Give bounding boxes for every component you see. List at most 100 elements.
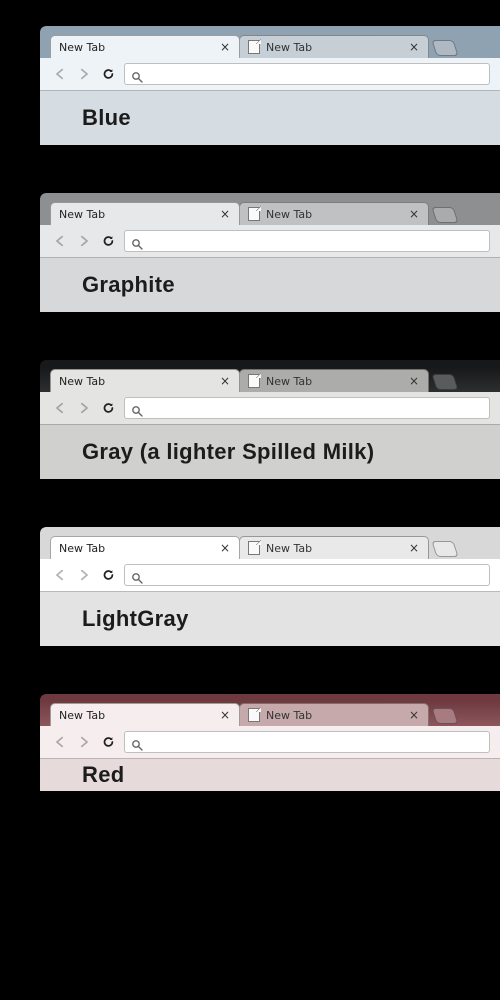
search-icon: [131, 68, 143, 80]
tab-title: New Tab: [266, 375, 402, 388]
address-bar[interactable]: [124, 564, 490, 586]
back-icon[interactable]: [52, 233, 68, 249]
page-icon: [248, 40, 260, 54]
theme-label: Blue: [40, 90, 500, 145]
reload-icon[interactable]: [100, 66, 116, 82]
search-icon: [131, 402, 143, 414]
search-icon: [131, 569, 143, 581]
tab-title: New Tab: [59, 709, 213, 722]
tab-title: New Tab: [59, 542, 213, 555]
theme-label: Graphite: [40, 257, 500, 312]
close-icon[interactable]: ×: [219, 542, 231, 554]
url-input[interactable]: [149, 234, 483, 248]
close-icon[interactable]: ×: [408, 375, 420, 387]
toolbar: [40, 58, 500, 90]
browser-window-gray: New Tab × New Tab × Gray (a lighter Spilled …: [40, 360, 500, 479]
address-bar[interactable]: [124, 397, 490, 419]
reload-icon[interactable]: [100, 233, 116, 249]
theme-label-text: Gray (a lighter Spilled Milk): [82, 439, 374, 465]
tab-title: New Tab: [59, 41, 213, 54]
forward-icon[interactable]: [76, 66, 92, 82]
tab-inactive[interactable]: New Tab ×: [239, 536, 429, 559]
window-frame: [40, 694, 500, 701]
close-icon[interactable]: ×: [408, 542, 420, 554]
tab-active[interactable]: New Tab ×: [50, 369, 240, 392]
window-frame: [40, 26, 500, 33]
reload-icon[interactable]: [100, 734, 116, 750]
theme-label-text: Blue: [82, 105, 131, 131]
new-tab-icon[interactable]: [431, 207, 458, 223]
tab-active[interactable]: New Tab ×: [50, 202, 240, 225]
tab-active[interactable]: New Tab ×: [50, 35, 240, 58]
tab-title: New Tab: [59, 375, 213, 388]
back-icon[interactable]: [52, 734, 68, 750]
tab-active[interactable]: New Tab ×: [50, 536, 240, 559]
close-icon[interactable]: ×: [408, 41, 420, 53]
theme-label: LightGray: [40, 591, 500, 646]
address-bar[interactable]: [124, 731, 490, 753]
reload-icon[interactable]: [100, 400, 116, 416]
search-icon: [131, 235, 143, 247]
tab-strip: New Tab × New Tab ×: [40, 534, 500, 559]
close-icon[interactable]: ×: [219, 709, 231, 721]
tab-strip: New Tab × New Tab ×: [40, 701, 500, 726]
theme-label: Red: [40, 758, 500, 791]
tab-active[interactable]: New Tab ×: [50, 703, 240, 726]
close-icon[interactable]: ×: [219, 208, 231, 220]
window-frame: [40, 193, 500, 200]
toolbar: [40, 559, 500, 591]
address-bar[interactable]: [124, 63, 490, 85]
tab-strip: New Tab × New Tab ×: [40, 200, 500, 225]
browser-window-blue: New Tab × New Tab × Blue: [40, 26, 500, 145]
close-icon[interactable]: ×: [408, 709, 420, 721]
back-icon[interactable]: [52, 400, 68, 416]
url-input[interactable]: [149, 401, 483, 415]
tab-inactive[interactable]: New Tab ×: [239, 35, 429, 58]
reload-icon[interactable]: [100, 567, 116, 583]
theme-label-text: LightGray: [82, 606, 189, 632]
window-frame: [40, 360, 500, 367]
theme-label-text: Graphite: [82, 272, 175, 298]
forward-icon[interactable]: [76, 734, 92, 750]
browser-window-graphite: New Tab × New Tab × Graphite: [40, 193, 500, 312]
search-icon: [131, 736, 143, 748]
new-tab-icon[interactable]: [431, 40, 458, 56]
page-icon: [248, 708, 260, 722]
page-icon: [248, 374, 260, 388]
tab-title: New Tab: [266, 709, 402, 722]
tab-inactive[interactable]: New Tab ×: [239, 369, 429, 392]
window-frame: [40, 527, 500, 534]
back-icon[interactable]: [52, 66, 68, 82]
toolbar: [40, 225, 500, 257]
tab-inactive[interactable]: New Tab ×: [239, 703, 429, 726]
tab-title: New Tab: [266, 208, 402, 221]
forward-icon[interactable]: [76, 567, 92, 583]
url-input[interactable]: [149, 735, 483, 749]
new-tab-icon[interactable]: [431, 374, 458, 390]
tab-strip: New Tab × New Tab ×: [40, 367, 500, 392]
close-icon[interactable]: ×: [408, 208, 420, 220]
url-input[interactable]: [149, 67, 483, 81]
page-icon: [248, 207, 260, 221]
close-icon[interactable]: ×: [219, 375, 231, 387]
forward-icon[interactable]: [76, 400, 92, 416]
tab-title: New Tab: [266, 41, 402, 54]
toolbar: [40, 726, 500, 758]
theme-label: Gray (a lighter Spilled Milk): [40, 424, 500, 479]
close-icon[interactable]: ×: [219, 41, 231, 53]
page-icon: [248, 541, 260, 555]
address-bar[interactable]: [124, 230, 490, 252]
forward-icon[interactable]: [76, 233, 92, 249]
new-tab-icon[interactable]: [431, 541, 458, 557]
new-tab-icon[interactable]: [431, 708, 458, 724]
tab-title: New Tab: [59, 208, 213, 221]
tab-title: New Tab: [266, 542, 402, 555]
theme-label-text: Red: [82, 762, 124, 788]
browser-window-red: New Tab × New Tab × Red: [40, 694, 500, 791]
browser-window-lightgray: New Tab × New Tab × LightGray: [40, 527, 500, 646]
tab-strip: New Tab × New Tab ×: [40, 33, 500, 58]
tab-inactive[interactable]: New Tab ×: [239, 202, 429, 225]
url-input[interactable]: [149, 568, 483, 582]
back-icon[interactable]: [52, 567, 68, 583]
toolbar: [40, 392, 500, 424]
